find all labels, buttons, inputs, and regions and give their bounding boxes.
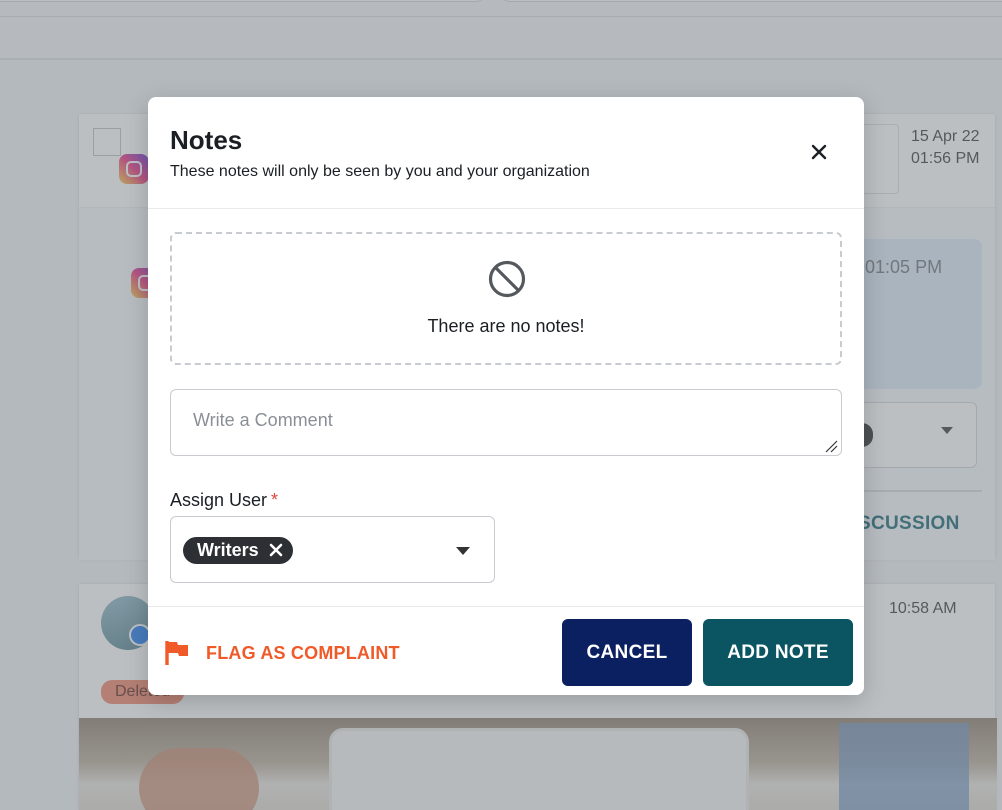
notes-modal: Notes These notes will only be seen by y… [148,97,864,695]
header-divider [148,208,864,209]
chip-label: Writers [197,540,259,560]
modal-footer: FLAG AS COMPLAINT CANCEL ADD NOTE [148,606,864,695]
assign-user-label: Assign User * [170,490,278,511]
close-icon [811,144,827,160]
close-button[interactable] [804,137,834,167]
selected-user-chip: Writers [183,537,293,564]
modal-subtitle: These notes will only be seen by you and… [170,163,590,180]
chevron-down-icon [456,547,470,555]
assign-user-label-text: Assign User [170,490,268,510]
ban-icon [488,260,526,298]
empty-notes-text: There are no notes! [427,316,585,336]
modal-title: Notes [170,125,243,155]
assign-user-select[interactable]: Writers [170,516,495,583]
remove-chip-icon[interactable] [269,543,283,557]
empty-notes-box: There are no notes! [170,232,842,365]
required-marker: * [271,490,279,510]
cancel-button[interactable]: CANCEL [562,619,692,686]
flag-icon [165,641,188,665]
add-note-button[interactable]: ADD NOTE [703,619,853,686]
flag-label: FLAG AS COMPLAINT [206,642,400,663]
flag-as-complaint-button[interactable]: FLAG AS COMPLAINT [164,637,400,669]
comment-input[interactable] [170,389,842,456]
